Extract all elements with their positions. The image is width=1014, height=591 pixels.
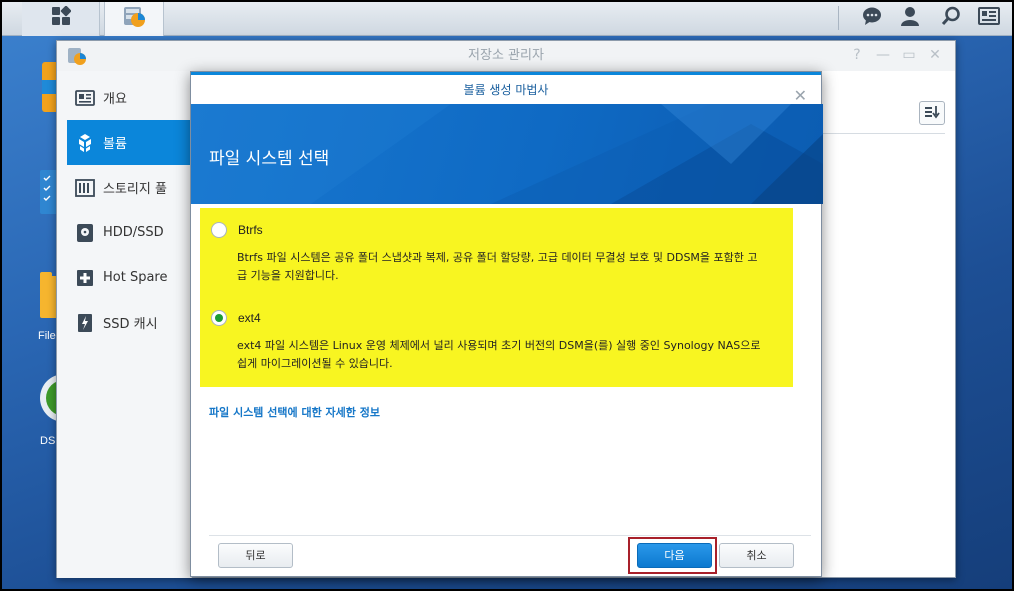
user-icon bbox=[900, 6, 920, 30]
chat-bubble-icon bbox=[862, 6, 882, 30]
more-info-link[interactable]: 파일 시스템 선택에 대한 자세한 정보 bbox=[209, 404, 380, 420]
option-label-btrfs: Btrfs bbox=[238, 223, 263, 237]
help-icon[interactable]: ? bbox=[849, 47, 865, 63]
sidebar-item-volume[interactable]: 볼륨 bbox=[67, 120, 191, 165]
sidebar-item-label: 개요 bbox=[103, 92, 127, 107]
sidebar-item-overview[interactable]: 개요 bbox=[57, 75, 191, 120]
radio-ext4[interactable] bbox=[211, 310, 227, 326]
radio-option-ext4[interactable]: ext4 bbox=[211, 310, 261, 326]
wizard-title: 볼륨 생성 마법사 bbox=[463, 83, 549, 97]
search-button[interactable] bbox=[932, 0, 970, 36]
maximize-icon[interactable]: ▭ bbox=[901, 47, 917, 63]
sidebar: 개요 볼륨 스토리지 풀 HDD/SSD Hot Spare SSD 캐시 bbox=[57, 71, 192, 578]
radio-btrfs[interactable] bbox=[211, 222, 227, 238]
description-line: 쉽게 마이그레이션될 수 있습니다. bbox=[237, 357, 393, 370]
grid-menu-icon bbox=[51, 5, 71, 30]
sort-button[interactable] bbox=[919, 101, 945, 125]
sidebar-item-label: 볼륨 bbox=[103, 137, 127, 152]
widgets-button[interactable] bbox=[970, 0, 1008, 36]
sidebar-item-label: Hot Spare bbox=[103, 270, 168, 285]
desktop-label-file: File bbox=[38, 330, 56, 342]
taskbar-storage-manager-button[interactable] bbox=[104, 0, 164, 36]
main-menu-button[interactable] bbox=[22, 0, 100, 36]
volume-icon bbox=[75, 133, 95, 153]
taskbar bbox=[0, 0, 1014, 36]
wizard-title-bar[interactable]: 볼륨 생성 마법사 ✕ bbox=[191, 72, 821, 105]
notifications-button[interactable] bbox=[853, 0, 891, 36]
close-icon[interactable]: ✕ bbox=[927, 47, 943, 63]
sidebar-item-hdd-ssd[interactable]: HDD/SSD bbox=[57, 210, 191, 255]
next-button[interactable]: 다음 bbox=[637, 543, 712, 568]
wizard-heading: 파일 시스템 선택 bbox=[209, 149, 330, 169]
sidebar-item-storage-pool[interactable]: 스토리지 풀 bbox=[57, 165, 191, 210]
sidebar-item-label: HDD/SSD bbox=[103, 225, 164, 240]
wizard-banner: 파일 시스템 선택 bbox=[191, 104, 823, 204]
radio-option-btrfs[interactable]: Btrfs bbox=[211, 222, 263, 238]
footer-divider bbox=[209, 535, 811, 536]
sidebar-item-label: 스토리지 풀 bbox=[103, 182, 167, 197]
option-description-ext4: ext4 파일 시스템은 Linux 운영 체제에서 널리 사용되며 초기 버전… bbox=[237, 337, 789, 373]
description-line: Btrfs 파일 시스템은 공유 폴더 스냅샷과 복제, 공유 폴더 할당량, … bbox=[237, 251, 758, 264]
search-icon bbox=[941, 6, 961, 30]
widgets-icon bbox=[978, 7, 1000, 29]
window-title-bar[interactable]: 저장소 관리자 ? — ▭ ✕ bbox=[57, 41, 955, 71]
hdd-icon bbox=[75, 223, 95, 243]
window-title: 저장소 관리자 bbox=[468, 48, 544, 63]
ssd-cache-icon bbox=[75, 313, 95, 333]
option-description-btrfs: Btrfs 파일 시스템은 공유 폴더 스냅샷과 복제, 공유 폴더 할당량, … bbox=[237, 249, 789, 285]
sidebar-item-hot-spare[interactable]: Hot Spare bbox=[57, 255, 191, 300]
option-label-ext4: ext4 bbox=[238, 311, 261, 325]
taskbar-separator bbox=[838, 6, 839, 30]
cancel-button[interactable]: 취소 bbox=[719, 543, 794, 568]
storage-pool-icon bbox=[75, 178, 95, 198]
description-line: 급 기능을 지원합니다. bbox=[237, 269, 339, 282]
storage-manager-icon bbox=[121, 3, 147, 33]
user-button[interactable] bbox=[891, 0, 929, 36]
sort-icon bbox=[924, 104, 940, 123]
sidebar-item-ssd-cache[interactable]: SSD 캐시 bbox=[57, 300, 191, 345]
desktop-label-ds: DS bbox=[40, 435, 56, 447]
hot-spare-icon bbox=[75, 268, 95, 288]
minimize-icon[interactable]: — bbox=[875, 47, 891, 63]
description-line: ext4 파일 시스템은 Linux 운영 체제에서 널리 사용되며 초기 버전… bbox=[237, 339, 761, 352]
volume-creation-wizard: 볼륨 생성 마법사 ✕ 파일 시스템 선택 Btrfs Btrfs 파일 시스템… bbox=[190, 71, 823, 577]
sidebar-item-label: SSD 캐시 bbox=[103, 317, 158, 332]
back-button[interactable]: 뒤로 bbox=[218, 543, 293, 568]
overview-icon bbox=[75, 88, 95, 108]
